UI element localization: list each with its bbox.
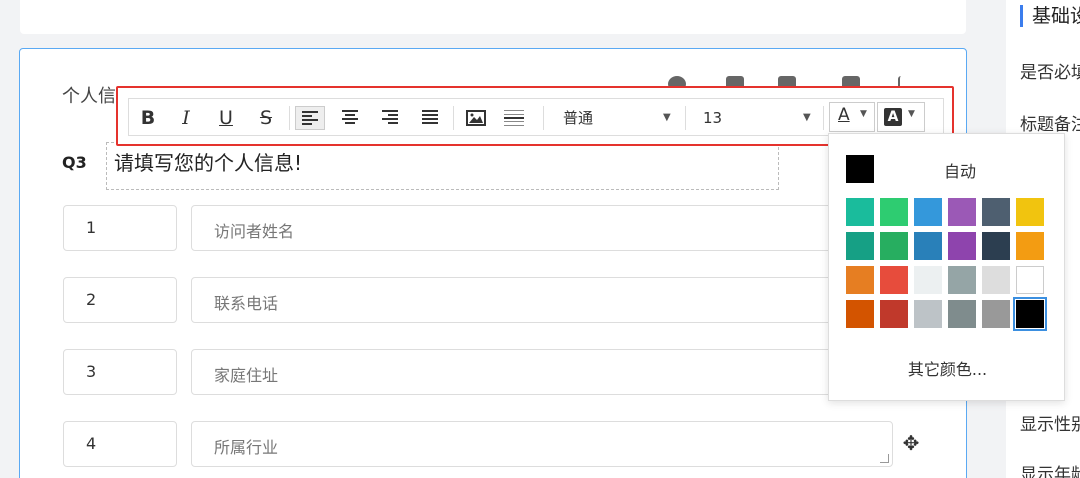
rich-text-toolbar: B I U S 普通 ▼ 13 ▼ A ▼ A ▼	[128, 98, 944, 136]
color-swatch[interactable]	[914, 232, 942, 260]
toolbar-divider	[453, 106, 454, 130]
color-picker-popup: 自动 其它颜色...	[828, 133, 1065, 401]
color-swatch[interactable]	[846, 198, 874, 226]
color-swatch[interactable]	[948, 300, 976, 328]
color-swatch[interactable]	[1016, 266, 1044, 294]
strikethrough-button[interactable]: S	[255, 106, 277, 130]
align-right-button[interactable]	[375, 106, 405, 130]
align-justify-icon	[422, 110, 438, 124]
color-swatch[interactable]	[948, 198, 976, 226]
color-swatch[interactable]	[914, 266, 942, 294]
color-swatch[interactable]	[846, 232, 874, 260]
align-center-button[interactable]	[335, 106, 365, 130]
toolbar-divider	[823, 106, 824, 130]
field-input[interactable]: 联系电话	[191, 277, 893, 323]
color-swatch[interactable]	[914, 300, 942, 328]
background-color-icon: A	[884, 108, 902, 126]
toolbar-divider	[289, 106, 290, 130]
color-swatch[interactable]	[914, 198, 942, 226]
horizontal-rule-icon	[504, 110, 524, 126]
color-swatch[interactable]	[1016, 232, 1044, 260]
field-placeholder: 所属行业	[214, 438, 279, 457]
field-index-input[interactable]: 2	[63, 277, 177, 323]
setting-required[interactable]: 是否必填	[1020, 58, 1080, 83]
align-left-button[interactable]	[295, 106, 325, 130]
color-swatch[interactable]	[982, 198, 1010, 226]
resize-handle-icon[interactable]	[880, 454, 889, 463]
align-justify-button[interactable]	[415, 106, 445, 130]
field-input[interactable]: 访问者姓名	[191, 205, 893, 251]
italic-button[interactable]: I	[175, 106, 197, 130]
question-title-editor[interactable]: 请填写您的个人信息!	[106, 142, 779, 190]
color-swatch[interactable]	[880, 198, 908, 226]
color-swatch[interactable]	[846, 266, 874, 294]
color-swatch[interactable]	[846, 300, 874, 328]
field-index-input[interactable]: 1	[63, 205, 177, 251]
field-input[interactable]: 家庭住址	[191, 349, 893, 395]
auto-color-label[interactable]: 自动	[944, 158, 976, 182]
toolbar-divider	[685, 106, 686, 130]
panel-heading: 基础设置	[1020, 5, 1080, 27]
color-swatch[interactable]	[982, 232, 1010, 260]
color-swatch[interactable]	[982, 300, 1010, 328]
color-swatch[interactable]	[1016, 198, 1044, 226]
color-swatch[interactable]	[982, 266, 1010, 294]
underline-button[interactable]: U	[215, 106, 237, 130]
bold-button[interactable]: B	[137, 106, 159, 130]
chevron-down-icon: ▼	[803, 112, 811, 123]
field-index-input[interactable]: 3	[63, 349, 177, 395]
field-index-input[interactable]: 4	[63, 421, 177, 467]
move-icon[interactable]: ✥	[900, 432, 922, 454]
color-swatch[interactable]	[880, 266, 908, 294]
align-center-icon	[342, 110, 358, 124]
color-swatch[interactable]	[1013, 297, 1047, 331]
setting-show-age[interactable]: 显示年龄	[1020, 460, 1080, 478]
setting-show-gender[interactable]: 显示性别	[1020, 410, 1080, 435]
insert-image-button[interactable]	[461, 106, 491, 130]
chevron-down-icon: ▼	[663, 112, 671, 123]
color-swatch[interactable]	[948, 266, 976, 294]
more-colors-button[interactable]: 其它颜色...	[829, 356, 1066, 380]
auto-color-swatch[interactable]	[846, 155, 874, 183]
chevron-down-icon: ▼	[908, 109, 915, 119]
image-icon	[466, 110, 486, 126]
setting-title-note[interactable]: 标题备注	[1020, 110, 1080, 135]
toolbar-divider	[543, 106, 544, 130]
field-textarea[interactable]: 所属行业	[191, 421, 893, 467]
font-color-button[interactable]: A ▼	[829, 102, 875, 132]
horizontal-rule-button[interactable]	[499, 106, 529, 130]
align-right-icon	[382, 110, 398, 124]
chevron-down-icon: ▼	[860, 109, 867, 119]
paragraph-format-select[interactable]: 普通	[563, 107, 673, 129]
color-swatch[interactable]	[880, 300, 908, 328]
color-swatch[interactable]	[880, 232, 908, 260]
previous-question-card	[20, 0, 966, 34]
align-left-icon	[302, 111, 318, 125]
font-color-icon: A	[838, 105, 850, 125]
color-swatch[interactable]	[948, 232, 976, 260]
question-number: Q3	[62, 153, 87, 172]
background-color-button[interactable]: A ▼	[877, 102, 925, 132]
font-size-select[interactable]: 13	[703, 107, 803, 129]
